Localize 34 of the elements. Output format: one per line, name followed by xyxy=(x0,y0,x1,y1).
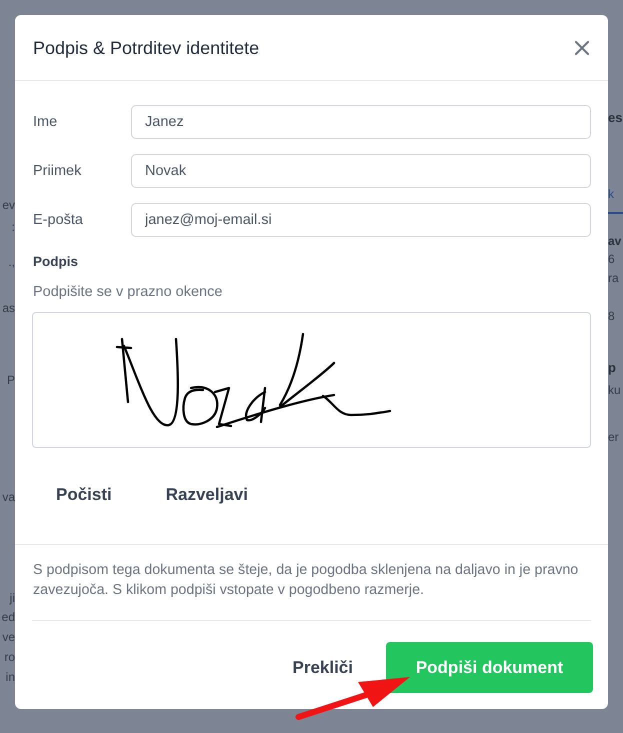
background-text: av xyxy=(608,233,622,249)
background-text: 6 xyxy=(608,251,615,267)
input-field[interactable]: janez@moj-email.si xyxy=(131,203,591,237)
background-text: ed xyxy=(2,609,15,625)
background-text: ., xyxy=(8,254,15,270)
background-text: va xyxy=(2,489,15,505)
background-text: ji xyxy=(10,590,15,606)
field-label: Ime xyxy=(33,114,58,130)
close-icon xyxy=(575,40,589,54)
field-label: Priimek xyxy=(33,163,82,179)
signature-hint: Podpišite se v prazno okence xyxy=(32,284,222,301)
input-field[interactable]: Janez xyxy=(131,105,591,139)
background-text: es xyxy=(608,109,622,127)
background-text: ro xyxy=(4,649,15,665)
background-text: : xyxy=(12,219,15,235)
legal-notice: S podpisom tega dokumenta se šteje, da je pogodba sklenjena na daljavo in je pravno zavezujoča. S klikom podpiši vstopate v pogodbeno razmerje. xyxy=(32,561,580,600)
background-text: ev xyxy=(2,197,15,213)
input-field[interactable]: Novak xyxy=(131,154,591,188)
cancel-button[interactable]: Prekliči xyxy=(276,642,369,693)
background-text: in xyxy=(6,669,15,685)
background-text: P xyxy=(6,372,15,388)
signature-label: Podpis xyxy=(32,254,78,270)
signature-pad[interactable] xyxy=(32,312,591,448)
background-text: ve xyxy=(2,629,15,645)
background-text: as xyxy=(2,300,15,316)
background-text: p xyxy=(608,359,616,377)
clear-button[interactable]: Počisti xyxy=(32,475,136,515)
background-text: ku xyxy=(608,382,621,398)
dialog-title: Podpis & Potrditev identitete xyxy=(33,36,260,58)
background-text: 8 xyxy=(608,308,615,324)
field-label: E-pošta xyxy=(33,212,84,228)
background-text: ra xyxy=(608,270,619,286)
background-text: er xyxy=(608,429,619,445)
undo-button[interactable]: Razveljavi xyxy=(142,475,272,515)
